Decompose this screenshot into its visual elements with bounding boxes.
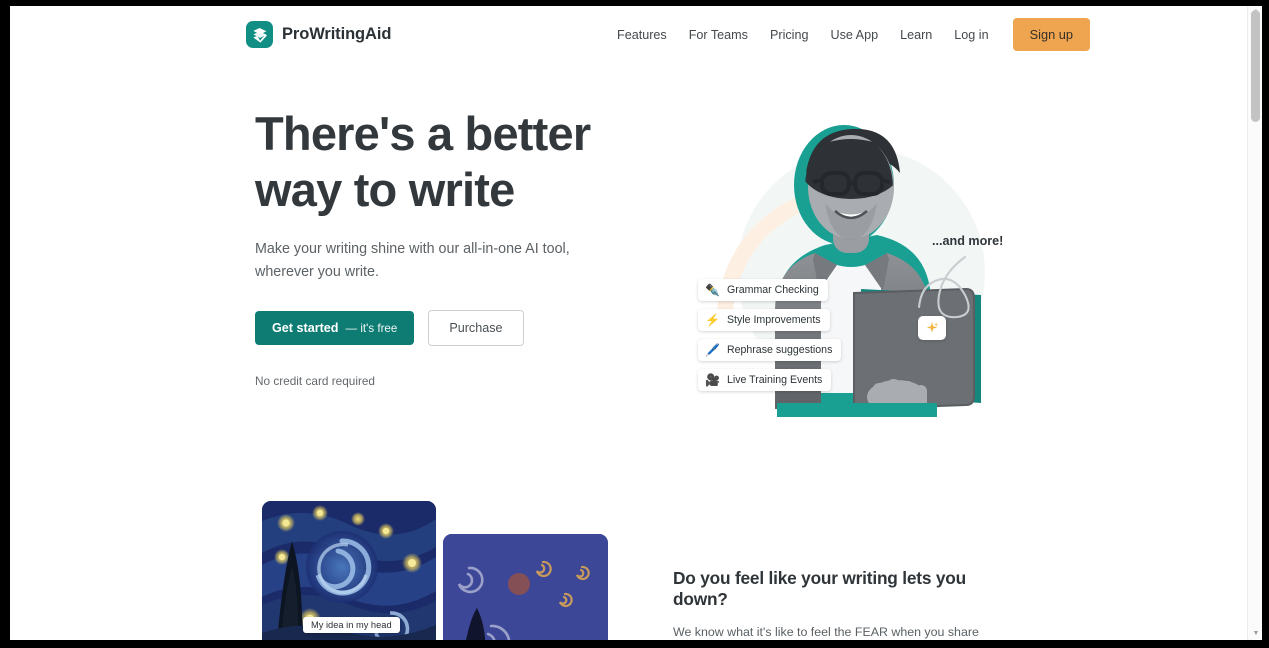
hero-illustration: ✒️ Grammar Checking ⚡ Style Improvements… [665, 107, 1035, 437]
hero-title: There's a better way to write [255, 107, 591, 216]
nav-item-use-app[interactable]: Use App [819, 22, 889, 48]
pen-icon: 🖊️ [705, 343, 720, 357]
artwork-comparison: My idea in my head [255, 501, 608, 640]
section-copy: Do you feel like your writing lets you d… [673, 568, 1018, 640]
child-sketch-drawing [443, 534, 608, 640]
feature-chip-style-improvements: ⚡ Style Improvements [698, 309, 830, 331]
nav-item-learn[interactable]: Learn [889, 22, 943, 48]
get-started-suffix: — it's free [345, 322, 398, 335]
purchase-button[interactable]: Purchase [428, 310, 524, 346]
child-sketch-graphic [443, 534, 608, 640]
section-body: We know what it's like to feel the FEAR … [673, 625, 979, 639]
writing-lets-you-down-section: My idea in my head Do you feel like your… [10, 463, 1247, 640]
brand-name: ProWritingAid [282, 25, 392, 43]
lightning-bolt-icon: ⚡ [705, 313, 720, 327]
main-navigation: Features For Teams Pricing Use App Learn… [606, 18, 1091, 51]
page-content: ProWritingAid Features For Teams Pricing… [10, 6, 1262, 640]
site-header: ProWritingAid Features For Teams Pricing… [10, 6, 1247, 63]
vertical-scrollbar[interactable]: ▲ ▼ [1247, 6, 1262, 640]
and-more-annotation: ...and more! [932, 234, 1004, 248]
nav-item-features[interactable]: Features [606, 22, 678, 48]
feature-chip-label: Style Improvements [726, 314, 821, 326]
sparkles-icon [918, 316, 946, 340]
stacked-books-check-icon [246, 21, 273, 48]
feature-chip-label: Grammar Checking [726, 284, 819, 296]
feature-chip-rephrase-suggestions: 🖊️ Rephrase suggestions [698, 339, 842, 361]
hero-subtitle: Make your writing shine with our all-in-… [255, 241, 570, 280]
hero-copy: There's a better way to write Make your … [255, 106, 615, 388]
section-title: Do you feel like your writing lets you d… [673, 568, 966, 609]
video-camera-icon: 🎥 [705, 373, 720, 387]
feature-chip-grammar-checking: ✒️ Grammar Checking [698, 279, 828, 301]
sign-up-button[interactable]: Sign up [1012, 18, 1091, 51]
nav-item-pricing[interactable]: Pricing [759, 22, 820, 48]
scrollbar-thumb[interactable] [1251, 10, 1260, 122]
my-idea-label: My idea in my head [303, 617, 400, 633]
feature-chip-list: ✒️ Grammar Checking ⚡ Style Improvements… [698, 279, 868, 399]
browser-viewport: ProWritingAid Features For Teams Pricing… [10, 6, 1262, 640]
fountain-pen-icon: ✒️ [705, 283, 720, 297]
hero-section: There's a better way to write Make your … [10, 63, 1247, 463]
brand-logo-link[interactable]: ProWritingAid [246, 21, 391, 48]
scroll-down-arrow-icon[interactable]: ▼ [1252, 630, 1260, 638]
get-started-button[interactable]: Get started — it's free [255, 311, 415, 345]
feature-chip-label: Rephrase suggestions [726, 344, 833, 356]
get-started-label: Get started [272, 321, 339, 335]
hero-cta-group: Get started — it's free Purchase [255, 310, 615, 346]
nav-item-log-in[interactable]: Log in [943, 22, 999, 48]
feature-chip-live-training-events: 🎥 Live Training Events [698, 369, 832, 391]
browser-frame: ProWritingAid Features For Teams Pricing… [0, 0, 1269, 648]
feature-chip-label: Live Training Events [726, 374, 823, 386]
no-credit-card-note: No credit card required [255, 374, 375, 388]
nav-item-for-teams[interactable]: For Teams [678, 22, 759, 48]
